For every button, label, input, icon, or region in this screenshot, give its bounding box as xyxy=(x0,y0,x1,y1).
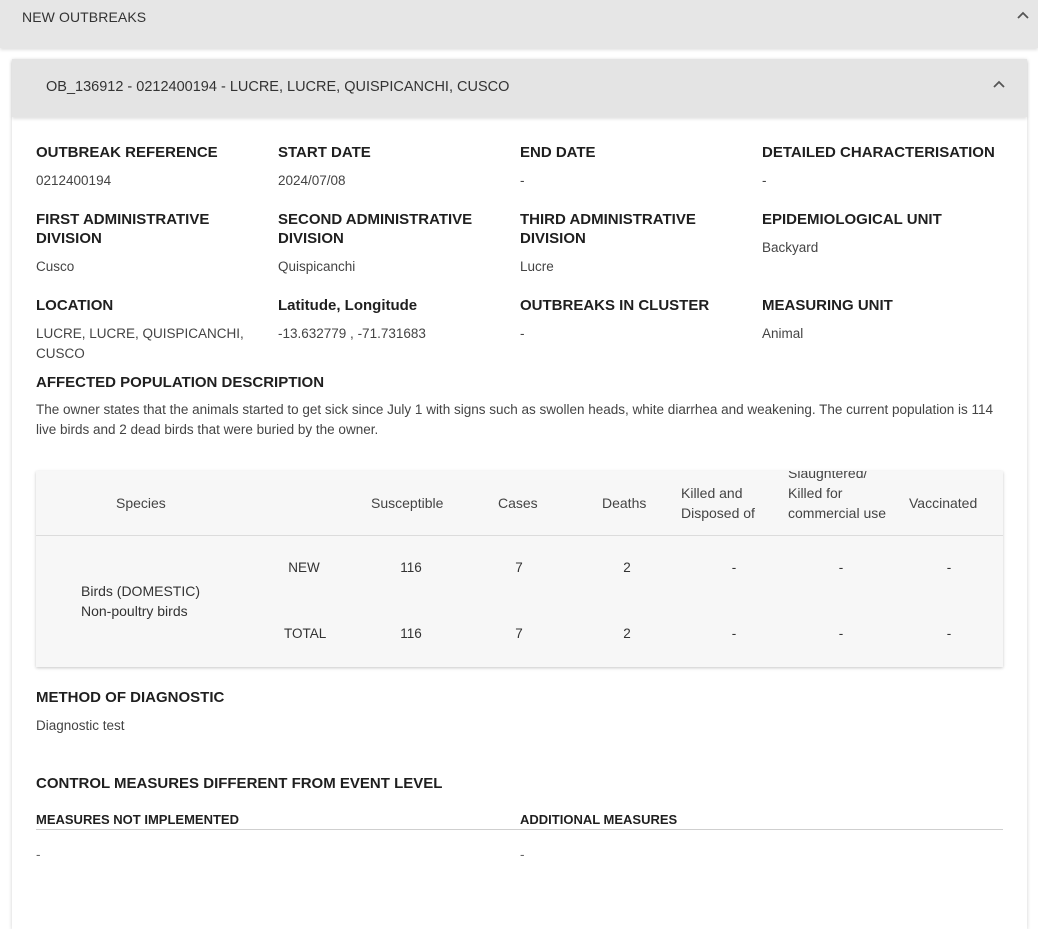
row-type-new: NEW xyxy=(288,560,320,575)
header-deaths: Deaths xyxy=(602,495,647,511)
additional-measures-value: - xyxy=(520,847,525,862)
field-value: -13.632779 , -71.731683 xyxy=(278,326,426,341)
control-measures-label: CONTROL MEASURES DIFFERENT FROM EVENT LE… xyxy=(36,775,443,792)
field-label: DETAILED CHARACTERISATION xyxy=(762,144,995,161)
new-outbreaks-panel-header[interactable]: NEW OUTBREAKS xyxy=(0,0,1038,48)
panel-title: NEW OUTBREAKS xyxy=(22,9,147,25)
cell-cases: 7 xyxy=(515,560,523,575)
field-epidemiological-unit: EPIDEMIOLOGICAL UNIT Backyard xyxy=(762,210,992,258)
field-label: FIRST ADMINISTRATIVE DIVISION xyxy=(36,211,210,247)
field-second-admin-division: SECOND ADMINISTRATIVE DIVISION Quispican… xyxy=(278,210,488,277)
measures-not-implemented-label: MEASURES NOT IMPLEMENTED xyxy=(36,812,239,827)
cell-deaths: 2 xyxy=(623,626,631,641)
field-third-admin-division: THIRD ADMINISTRATIVE DIVISION Lucre xyxy=(520,210,720,277)
field-value: Lucre xyxy=(520,259,554,274)
header-susceptible: Susceptible xyxy=(371,495,444,511)
field-value: - xyxy=(520,173,525,188)
header-cases: Cases xyxy=(498,495,538,511)
chevron-up-icon[interactable] xyxy=(991,77,1007,93)
field-label: EPIDEMIOLOGICAL UNIT xyxy=(762,211,942,228)
species-table: Species Susceptible Cases Deaths Killed … xyxy=(36,471,1003,667)
field-label: LOCATION xyxy=(36,297,114,314)
cell-killed-disposed: - xyxy=(731,560,737,575)
field-lat-long: Latitude, Longitude -13.632779 , -71.731… xyxy=(278,296,508,344)
field-label: START DATE xyxy=(278,144,371,161)
header-killed-disposed: Killed and Disposed of xyxy=(681,485,755,521)
cell-slaughtered: - xyxy=(838,560,844,575)
field-measuring-unit: MEASURING UNIT Animal xyxy=(762,296,992,344)
field-first-admin-division: FIRST ADMINISTRATIVE DIVISION Cusco xyxy=(36,210,236,277)
field-location: LOCATION LUCRE, LUCRE, QUISPICANCHI, CUS… xyxy=(36,296,246,364)
species-name: Birds (DOMESTIC) Non-poultry birds xyxy=(81,583,200,619)
chevron-up-icon[interactable] xyxy=(1015,8,1031,24)
method-of-diagnostic-label: METHOD OF DIAGNOSTIC xyxy=(36,689,225,706)
field-label: THIRD ADMINISTRATIVE DIVISION xyxy=(520,211,696,247)
field-label: Latitude, Longitude xyxy=(278,297,418,314)
field-label: OUTBREAKS IN CLUSTER xyxy=(520,297,710,314)
measures-not-implemented-value: - xyxy=(36,847,41,862)
field-end-date: END DATE - xyxy=(520,143,750,191)
header-species: Species xyxy=(116,495,166,511)
additional-measures-label: ADDITIONAL MEASURES xyxy=(520,812,678,827)
field-value: LUCRE, LUCRE, QUISPICANCHI, CUSCO xyxy=(36,326,244,361)
cell-cases: 7 xyxy=(515,626,523,641)
affected-population-label: AFFECTED POPULATION DESCRIPTION xyxy=(36,374,325,391)
field-value: - xyxy=(762,173,767,188)
cell-vaccinated: - xyxy=(946,626,952,641)
field-value: 0212400194 xyxy=(36,173,112,188)
field-outbreaks-in-cluster: OUTBREAKS IN CLUSTER - xyxy=(520,296,750,344)
field-label: MEASURING UNIT xyxy=(762,297,893,314)
field-value: Backyard xyxy=(762,240,819,255)
field-start-date: START DATE 2024/07/08 xyxy=(278,143,508,191)
field-outbreak-reference: OUTBREAK REFERENCE 0212400194 xyxy=(36,143,266,191)
field-value: Cusco xyxy=(36,259,75,274)
outbreak-card-header[interactable]: OB_136912 - 0212400194 - LUCRE, LUCRE, Q… xyxy=(12,59,1027,117)
field-value: Quispicanchi xyxy=(278,259,356,274)
field-value: - xyxy=(520,326,525,341)
cell-vaccinated: - xyxy=(946,560,952,575)
cell-killed-disposed: - xyxy=(731,626,737,641)
affected-population-text: The owner states that the animals starte… xyxy=(36,402,994,437)
header-divider xyxy=(36,535,1003,536)
field-label: OUTBREAK REFERENCE xyxy=(36,144,218,161)
field-value: 2024/07/08 xyxy=(278,173,346,188)
header-vaccinated: Vaccinated xyxy=(909,495,978,511)
row-type-total: TOTAL xyxy=(284,626,327,641)
method-of-diagnostic-value: Diagnostic test xyxy=(36,718,125,733)
field-label: END DATE xyxy=(520,144,596,161)
measures-divider xyxy=(36,829,1003,830)
outbreak-header-title: OB_136912 - 0212400194 - LUCRE, LUCRE, Q… xyxy=(46,79,510,95)
cell-deaths: 2 xyxy=(623,560,631,575)
field-label: SECOND ADMINISTRATIVE DIVISION xyxy=(278,211,473,247)
cell-susceptible: 116 xyxy=(400,626,422,641)
cell-susceptible: 116 xyxy=(400,560,422,575)
cell-slaughtered: - xyxy=(838,626,844,641)
field-detailed-characterisation: DETAILED CHARACTERISATION - xyxy=(762,143,1022,191)
header-slaughtered: Slaughtered/ Killed for commercial use xyxy=(788,471,887,521)
field-value: Animal xyxy=(762,326,804,341)
